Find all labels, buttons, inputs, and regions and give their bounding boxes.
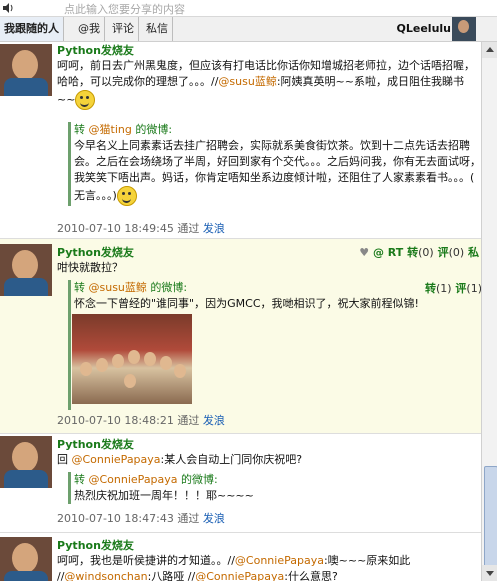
retweet-user-link[interactable]: @猫ting: [89, 123, 132, 136]
post-author[interactable]: Python发烧友: [57, 42, 134, 58]
retweet-block: 转 @ConniePapaya 的微博: 热烈庆祝加班一周年！！！耶~~~~: [68, 472, 481, 504]
retweet-actions: 转(1) 评(1): [425, 280, 481, 296]
source-link[interactable]: 发浪: [203, 414, 225, 427]
retweet-suffix: 的微博:: [177, 473, 218, 486]
tab-messages[interactable]: 私信: [142, 17, 173, 41]
post-text: 咁快就散拉？: [57, 261, 123, 274]
post-timestamp[interactable]: 2010-07-10 18:48:21: [57, 414, 174, 427]
avatar[interactable]: [0, 244, 52, 296]
post-author[interactable]: Python发烧友: [57, 436, 134, 452]
post-actions: ♥ @ RT 转(0) 评(0) 私: [359, 244, 479, 260]
retweet-suffix: 的微博:: [146, 281, 188, 294]
speaker-icon[interactable]: [2, 2, 14, 14]
post-text: 呵呵，前日去广州黑鬼度，但应该有打电话比你话你知增城招老师拉，边个话唔招喔，哈哈…: [57, 58, 475, 110]
post-author[interactable]: Python发烧友: [57, 537, 134, 553]
mention-link[interactable]: @ConniePapaya: [195, 570, 284, 581]
retweet-suffix: 的微博:: [131, 123, 173, 136]
comment-count: (0): [448, 246, 465, 259]
retweet-user-link[interactable]: @susu蓝鲸: [89, 281, 147, 294]
retweet-photo[interactable]: [72, 314, 192, 404]
post-text-part: 呵呵，我也是听侯捷讲的才知道。。//: [57, 554, 235, 567]
source-link[interactable]: 发浪: [203, 512, 225, 525]
retweet-text: 怀念一下曾经的"谁同事"，因为GMCC，我哋相识了，祝大家前程似锦!: [74, 297, 419, 310]
retweet-prefix: 转: [74, 123, 89, 136]
comment-button[interactable]: 评: [438, 246, 449, 259]
status-input-placeholder[interactable]: 点此输入您要分享的内容: [64, 1, 185, 17]
post-text-part: :噢~~~原来如此: [323, 554, 411, 567]
post-meta: 2010-07-10 18:48:21 通过 发浪: [57, 412, 225, 428]
sweat-emoji-icon: [116, 186, 137, 206]
retweet-comment-count: (1): [466, 282, 481, 295]
timeline-feed: Python发烧友 呵呵，前日去广州黑鬼度，但应该有打电话比你话你知增城招老师拉…: [0, 42, 481, 581]
post-meta: 2010-07-10 18:49:45 通过 发浪: [57, 220, 225, 236]
source-link[interactable]: 发浪: [203, 222, 225, 235]
tab-following[interactable]: 我跟随的人: [0, 17, 64, 41]
current-user-avatar[interactable]: [452, 17, 476, 41]
post-text-part: :八路哑 //: [147, 570, 196, 581]
scrollbar-thumb[interactable]: [484, 466, 497, 568]
mention-link[interactable]: @susu蓝鲸: [218, 75, 276, 88]
retweet-header: 转 @猫ting 的微博:: [74, 122, 481, 138]
mention-link[interactable]: @ConniePapaya: [235, 554, 324, 567]
tab-mentions[interactable]: @我: [74, 17, 105, 41]
retweet-text: 热烈庆祝加班一周年！！！耶~~~~: [74, 489, 254, 502]
retweet-block: 转 @猫ting 的微博: 今早名义上同素素话去挂广招聘会，实际就系美食街饮茶。…: [68, 122, 481, 206]
post-timestamp[interactable]: 2010-07-10 18:49:45: [57, 222, 174, 235]
post-text-part: :什么意思?: [284, 570, 338, 581]
post-text-part: :某人会自动上门同你庆祝吧?: [160, 453, 303, 466]
heart-icon[interactable]: ♥: [359, 246, 369, 259]
scroll-up-icon[interactable]: [482, 42, 497, 58]
direct-message-button[interactable]: 私: [468, 246, 479, 259]
at-reply-button[interactable]: @: [373, 246, 384, 259]
smile-emoji-icon: [75, 90, 96, 110]
retweet-prefix: 转: [74, 281, 89, 294]
post-divider: [0, 433, 481, 434]
retweet-comment-button[interactable]: 评: [455, 282, 466, 295]
current-username[interactable]: QLeelulu: [397, 17, 451, 41]
status-input-bar[interactable]: 点此输入您要分享的内容: [0, 0, 497, 17]
retweet-text: 今早名义上同素素话去挂广招聘会，实际就系美食街饮茶。饮到十二点先话去招聘会。之后…: [74, 138, 481, 206]
post-text: 呵呵，我也是听侯捷讲的才知道。。//@ConniePapaya:噢~~~原来如此…: [57, 553, 475, 581]
mention-link[interactable]: @windsonchan: [64, 570, 147, 581]
post-text: 回 @ConniePapaya:某人会自动上门同你庆祝吧?: [57, 452, 475, 468]
retweet-header: 转 @susu蓝鲸 的微博:: [74, 280, 481, 296]
rt-button[interactable]: RT: [388, 246, 403, 259]
avatar[interactable]: [0, 436, 52, 488]
tab-comments[interactable]: 评论: [108, 17, 139, 41]
post-timestamp[interactable]: 2010-07-10 18:47:43: [57, 512, 174, 525]
reply-prefix: 回: [57, 453, 72, 466]
repost-count: (0): [418, 246, 434, 259]
via-label: 通过: [177, 512, 200, 525]
scroll-down-icon[interactable]: [482, 565, 497, 581]
tab-bar: 我跟随的人 @我 评论 私信 QLeelulu: [0, 17, 497, 42]
post-author[interactable]: Python发烧友: [57, 244, 134, 260]
post-divider: [0, 532, 481, 533]
avatar[interactable]: [0, 537, 52, 581]
via-label: 通过: [177, 414, 200, 427]
mention-link[interactable]: @ConniePapaya: [72, 453, 161, 466]
repost-button[interactable]: 转: [407, 246, 418, 259]
via-label: 通过: [177, 222, 200, 235]
avatar[interactable]: [0, 44, 52, 96]
post-meta: 2010-07-10 18:47:43 通过 发浪: [57, 510, 225, 526]
retweet-prefix: 转: [74, 473, 89, 486]
retweet-repost-count: (1): [435, 282, 452, 295]
retweet-repost-button[interactable]: 转: [425, 282, 436, 295]
retweet-header: 转 @ConniePapaya 的微博:: [74, 472, 481, 488]
vertical-scrollbar[interactable]: [481, 42, 497, 581]
retweet-user-link[interactable]: @ConniePapaya: [89, 473, 178, 486]
